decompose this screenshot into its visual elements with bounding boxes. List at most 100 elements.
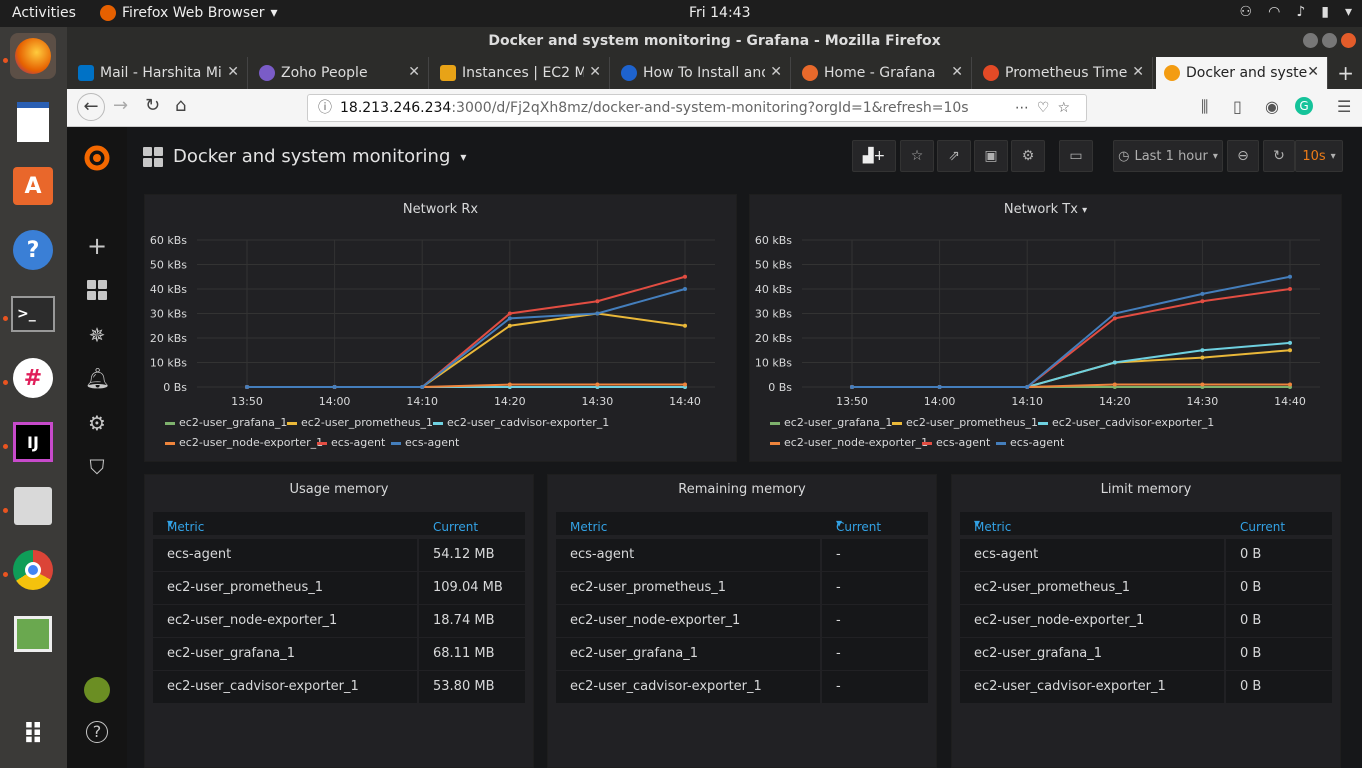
shield-icon[interactable]: ⛉ [85,455,109,479]
refresh-interval-picker[interactable]: 10s ▾ [1295,140,1343,172]
close-tab-icon[interactable]: ✕ [1132,64,1144,80]
grafana-logo-icon[interactable] [82,143,112,173]
remaining-memory-panel[interactable]: Remaining memory Metric Current ▾ ecs-ag… [547,474,937,768]
legend-label[interactable]: ec2-user_prometheus_1 [906,416,1038,429]
legend-label[interactable]: ec2-user_node-exporter_1 [179,436,323,449]
app-menu[interactable]: Firefox Web Browser ▾ [100,5,278,21]
close-tab-icon[interactable]: ✕ [589,64,601,80]
avatar[interactable] [84,677,110,703]
panel-title[interactable]: Remaining memory [548,482,936,497]
tab-docker-monitoring[interactable]: Docker and systen ✕ [1156,57,1328,89]
help-launcher[interactable]: ? [10,227,56,273]
tab-label: Zoho People [281,65,368,81]
add-panel-button[interactable]: ▟+ [852,140,896,172]
time-picker-button[interactable]: ◷ Last 1 hour ▾ [1113,140,1223,172]
page-actions-icon[interactable]: ⋯♡☆ [1015,95,1078,121]
menu-icon[interactable]: ☰ [1337,97,1351,116]
legend-label[interactable]: ecs-agent [331,436,386,449]
library-icon[interactable]: ⫼ [1201,97,1208,117]
column-divider [1224,671,1226,703]
legend-label[interactable]: ec2-user_cadvisor-exporter_1 [447,416,609,429]
zoom-out-button[interactable]: ⊖ [1227,140,1259,172]
save-dashboard-button[interactable]: ▣ [974,140,1008,172]
legend-label[interactable]: ec2-user_prometheus_1 [301,416,433,429]
dashboard-title-picker[interactable]: Docker and system monitoring ▾ [143,146,466,167]
tab-zoho[interactable]: Zoho People ✕ [251,57,429,89]
shopping-bag-icon: A [13,167,53,205]
gear-icon[interactable]: ⚙ [85,411,109,435]
legend-label[interactable]: ec2-user_grafana_1 [179,416,287,429]
network-tx-panel[interactable]: Network Tx ▾ 0 Bs 10 kBs 20 kBs 30 kBs 40 kB… [749,194,1342,462]
tab-grafana-home[interactable]: Home - Grafana ✕ [794,57,972,89]
dashboard-settings-button[interactable]: ⚙ [1011,140,1045,172]
panel-title[interactable]: Usage memory [145,482,533,497]
legend-label[interactable]: ec2-user_cadvisor-exporter_1 [1052,416,1214,429]
intellij-launcher[interactable]: IJ [10,419,56,465]
slack-launcher[interactable]: # [10,355,56,401]
forward-button[interactable]: → [113,95,128,116]
table-row: ecs-agent 0 B [960,539,1332,571]
grid-icon[interactable] [85,278,109,302]
share-dashboard-button[interactable]: ⇗ [937,140,971,172]
url-bar[interactable]: ⓘ 18.213.246.234:3000/d/Fj2qXh8mz/docker… [307,94,1087,122]
chrome-launcher[interactable] [10,547,56,593]
back-button[interactable]: ← [77,93,105,121]
question-icon[interactable]: ? [86,721,108,743]
tab-mail[interactable]: Mail - Harshita Mis ✕ [70,57,248,89]
tab-ec2[interactable]: Instances | EC2 Ma ✕ [432,57,610,89]
legend-swatch [391,442,401,445]
home-button[interactable]: ⌂ [175,95,186,116]
minimize-button[interactable] [1303,33,1318,48]
show-apps-button[interactable]: ⠿ [10,711,56,757]
clock[interactable]: Fri 14:43 [689,5,750,21]
legend-label[interactable]: ec2-user_grafana_1 [784,416,892,429]
table-row: ec2-user_prometheus_1 109.04 MB [153,572,525,604]
activities-button[interactable]: Activities [12,5,76,21]
metric-column-header[interactable]: Metric ▾ [974,516,1011,534]
grammarly-icon[interactable]: G [1295,97,1313,115]
account-icon[interactable]: ◉ [1265,97,1279,116]
close-tab-icon[interactable]: ✕ [1307,64,1319,80]
maximize-button[interactable] [1322,33,1337,48]
refresh-button[interactable]: ↻ [1263,140,1295,172]
legend-label[interactable]: ec2-user_node-exporter_1 [784,436,928,449]
y-tick-label: 0 Bs [163,381,187,394]
tab-prometheus[interactable]: Prometheus Time ✕ [975,57,1153,89]
usage-memory-panel[interactable]: Usage memory Metric ▾ Current ecs-agent … [144,474,534,768]
metric-column-header[interactable]: Metric ▾ [167,516,204,534]
close-tab-icon[interactable]: ✕ [951,64,963,80]
writer-launcher[interactable] [10,99,56,145]
legend-label[interactable]: ecs-agent [936,436,991,449]
image-viewer-launcher[interactable] [10,611,56,657]
cycle-view-mode-button[interactable]: ▭ [1059,140,1093,172]
current-column-header[interactable]: Current ▾ [836,516,881,534]
compass-icon[interactable]: ✵ [85,323,109,347]
firefox-launcher[interactable] [10,33,56,79]
tab-howto[interactable]: How To Install and ✕ [613,57,791,89]
network-rx-chart[interactable]: 0 Bs 10 kBs 20 kBs 30 kBs 40 kBs 50 kBs 60 kBs… [145,195,738,463]
close-tab-icon[interactable]: ✕ [770,64,782,80]
new-tab-button[interactable]: + [1337,61,1354,85]
close-window-button[interactable] [1341,33,1356,48]
plus-icon[interactable]: + [85,234,109,258]
network-rx-panel[interactable]: Network Rx 0 Bs 10 kBs 20 kBs 30 kBs 40 kBs 5… [144,194,737,462]
bell-icon[interactable]: 🔔︎ [85,366,110,390]
site-info-icon[interactable]: ⓘ [318,95,332,121]
metric-name: ec2-user_cadvisor-exporter_1 [974,679,1166,694]
close-tab-icon[interactable]: ✕ [408,64,420,80]
sidebar-icon[interactable]: ▯ [1233,97,1242,116]
panel-title[interactable]: Limit memory [952,482,1340,497]
y-tick-label: 0 Bs [768,381,792,394]
network-tx-chart[interactable]: 0 Bs 10 kBs 20 kBs 30 kBs 40 kBs 50 kBs 60 kBs… [750,195,1343,463]
software-launcher[interactable]: A [10,163,56,209]
reload-button[interactable]: ↻ [145,95,160,116]
legend-label[interactable]: ecs-agent [405,436,460,449]
terminal-launcher[interactable]: >_ [10,291,56,337]
files-launcher[interactable] [10,483,56,529]
legend-label[interactable]: ecs-agent [1010,436,1065,449]
star-dashboard-button[interactable]: ☆ [900,140,934,172]
limit-memory-panel[interactable]: Limit memory Metric ▾ Current ecs-agent … [951,474,1341,768]
system-tray[interactable]: ⚇ ◠ ♪ ▮ ▾ [1240,4,1352,20]
data-point [420,385,425,389]
close-tab-icon[interactable]: ✕ [227,64,239,80]
